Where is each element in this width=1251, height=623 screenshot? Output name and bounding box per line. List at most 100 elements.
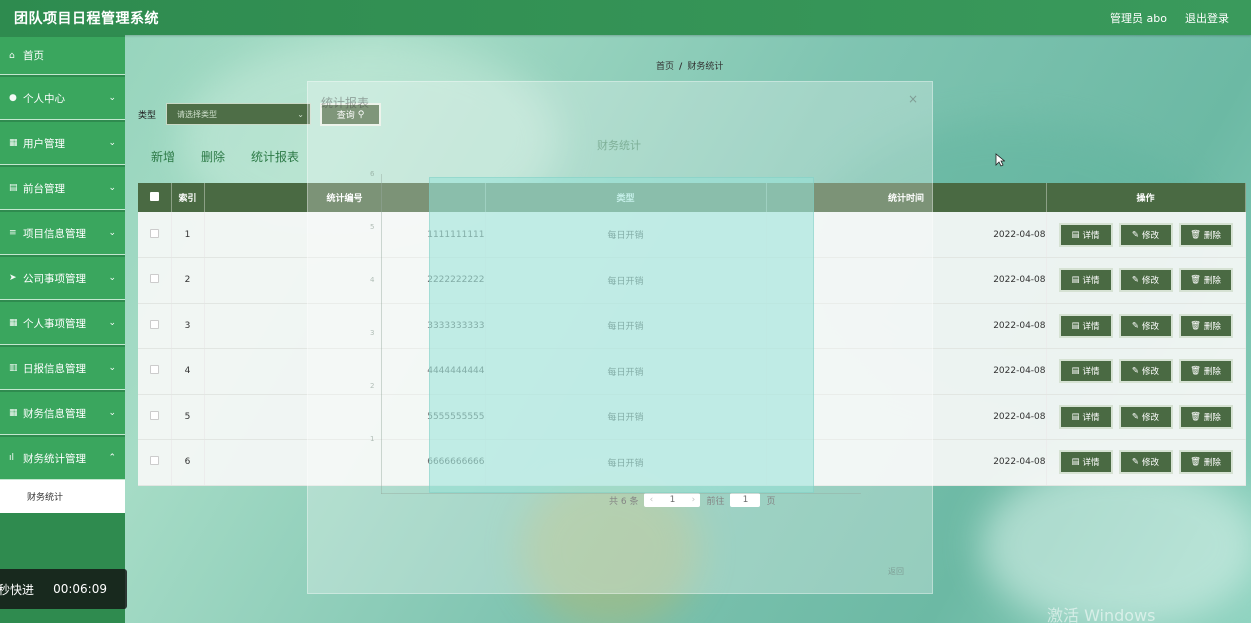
video-speed-overlay: 秒快进 00:06:09 (0, 569, 127, 609)
detail-icon: ▤ (1071, 411, 1080, 422)
edit-button[interactable]: ✎ 修改 (1118, 450, 1173, 475)
detail-button[interactable]: ▤ 详情 (1058, 404, 1113, 429)
chart-x-axis (381, 493, 861, 494)
y-tick: 3 (370, 329, 375, 337)
detail-icon: ▤ (1071, 366, 1080, 377)
detail-label: 详情 (1082, 412, 1100, 423)
top-bar: 团队项目日程管理系统 管理员 abo 退出登录 (0, 0, 1251, 35)
chevron-down-icon: ⌄ (108, 228, 116, 238)
select-all-cell (138, 183, 172, 212)
app-title: 团队项目日程管理系统 (14, 10, 159, 27)
chevron-up-icon: ⌃ (108, 453, 116, 463)
detail-label: 详情 (1082, 276, 1100, 287)
delete-button[interactable]: 🗑 删除 (1178, 359, 1233, 384)
delete-button[interactable]: 🗑 删除 (1178, 404, 1233, 429)
trash-icon: 🗑 (1190, 320, 1201, 331)
add-button[interactable]: 新增 (151, 148, 175, 165)
chevron-down-icon: ⌄ (297, 109, 304, 119)
chevron-down-icon: ⌄ (108, 93, 116, 103)
row-checkbox[interactable] (149, 319, 159, 329)
select-all-checkbox[interactable] (149, 191, 159, 201)
sidebar-item-home[interactable]: ⌂ 首页 (0, 37, 125, 75)
edit-icon: ✎ (1131, 366, 1140, 377)
close-icon[interactable]: × (908, 92, 918, 106)
report-button[interactable]: 统计报表 (251, 148, 299, 165)
edit-icon: ✎ (1131, 457, 1140, 468)
chevron-down-icon: ⌄ (108, 138, 116, 148)
row-index: 1 (171, 212, 205, 258)
list-icon: ≡ (9, 228, 17, 238)
edit-icon: ✎ (1131, 275, 1140, 286)
sidebar-item-users[interactable]: ▦ 用户管理 ⌄ (0, 122, 125, 165)
edit-button[interactable]: ✎ 修改 (1118, 313, 1173, 338)
row-checkbox[interactable] (149, 410, 159, 420)
sidebar-item-label: 个人中心 (23, 92, 65, 105)
edit-button[interactable]: ✎ 修改 (1118, 222, 1173, 247)
row-index: 6 (171, 439, 205, 486)
sidebar-item-finance-stats[interactable]: ıl 财务统计管理 ⌃ (0, 437, 125, 480)
delete-button[interactable]: 🗑 删除 (1178, 222, 1233, 247)
document-icon: ▥ (9, 363, 18, 373)
user-name[interactable]: 管理员 abo (1110, 10, 1167, 26)
edit-label: 修改 (1142, 412, 1160, 423)
sidebar-item-label: 首页 (23, 50, 44, 62)
detail-icon: ▤ (1071, 457, 1080, 468)
delete-button[interactable]: 🗑 删除 (1178, 268, 1233, 293)
sidebar-item-frontend[interactable]: ▤ 前台管理 ⌄ (0, 167, 125, 210)
breadcrumb: 首页 / 财务统计 (656, 62, 724, 72)
row-index: 2 (171, 257, 205, 304)
sidebar-item-label: 项目信息管理 (23, 227, 86, 240)
detail-button[interactable]: ▤ 详情 (1058, 268, 1113, 293)
detail-label: 详情 (1082, 230, 1100, 241)
sidebar-item-company[interactable]: ➤ 公司事项管理 ⌄ (0, 257, 125, 300)
edit-button[interactable]: ✎ 修改 (1118, 404, 1173, 429)
sidebar-item-personal[interactable]: ▦ 个人事项管理 ⌄ (0, 302, 125, 345)
row-checkbox[interactable] (149, 365, 159, 375)
detail-button[interactable]: ▤ 详情 (1058, 450, 1113, 475)
breadcrumb-home[interactable]: 首页 (656, 62, 674, 72)
edit-label: 修改 (1142, 321, 1160, 332)
video-time: 00:06:09 (53, 582, 107, 596)
delete-button[interactable]: 🗑 删除 (1178, 450, 1233, 475)
batch-delete-button[interactable]: 删除 (201, 148, 225, 165)
detail-button[interactable]: ▤ 详情 (1058, 313, 1113, 338)
sidebar-subitem-finance-stats[interactable]: 财务统计 (0, 480, 125, 513)
sidebar: ⌂ 首页 ● 个人中心 ⌄ ▦ 用户管理 ⌄ ▤ 前台管理 ⌄ ≡ 项目信息管理… (0, 35, 125, 623)
sidebar-item-projects[interactable]: ≡ 项目信息管理 ⌄ (0, 212, 125, 255)
bar-chart-icon: ıl (9, 453, 15, 463)
type-select[interactable]: 请选择类型 ⌄ (166, 103, 311, 125)
detail-label: 详情 (1082, 321, 1100, 332)
detail-icon: ▤ (1071, 320, 1080, 331)
action-links: 新增 删除 统计报表 (151, 148, 299, 165)
sidebar-item-daily[interactable]: ▥ 日报信息管理 ⌄ (0, 347, 125, 390)
detail-label: 详情 (1082, 458, 1100, 469)
back-button[interactable]: 返回 (888, 566, 904, 577)
edit-label: 修改 (1142, 276, 1160, 287)
row-checkbox[interactable] (149, 228, 159, 238)
logout-link[interactable]: 退出登录 (1185, 10, 1229, 26)
edit-icon: ✎ (1131, 320, 1140, 331)
detail-icon: ▤ (1071, 229, 1080, 240)
home-icon: ⌂ (9, 50, 15, 61)
chart-y-axis (381, 174, 382, 494)
row-checkbox[interactable] (149, 274, 159, 284)
delete-button[interactable]: 🗑 删除 (1178, 313, 1233, 338)
y-tick: 6 (370, 170, 375, 178)
sidebar-item-profile[interactable]: ● 个人中心 ⌄ (0, 77, 125, 120)
y-tick: 5 (370, 223, 375, 231)
edit-label: 修改 (1142, 367, 1160, 378)
col-index: 索引 (171, 183, 205, 212)
sidebar-item-finance[interactable]: ▦ 财务信息管理 ⌄ (0, 392, 125, 435)
detail-button[interactable]: ▤ 详情 (1058, 222, 1113, 247)
edit-button[interactable]: ✎ 修改 (1118, 268, 1173, 293)
modal-title: 统计报表 (321, 96, 370, 110)
detail-button[interactable]: ▤ 详情 (1058, 359, 1113, 384)
row-checkbox[interactable] (149, 456, 159, 466)
y-tick: 2 (370, 382, 375, 390)
chart-title: 财务统计 (597, 139, 641, 152)
windows-activation-watermark: 激活 Windows (1047, 606, 1156, 623)
edit-button[interactable]: ✎ 修改 (1118, 359, 1173, 384)
chevron-down-icon: ⌄ (108, 408, 116, 418)
delete-label: 删除 (1203, 230, 1221, 241)
trash-icon: 🗑 (1190, 229, 1201, 240)
